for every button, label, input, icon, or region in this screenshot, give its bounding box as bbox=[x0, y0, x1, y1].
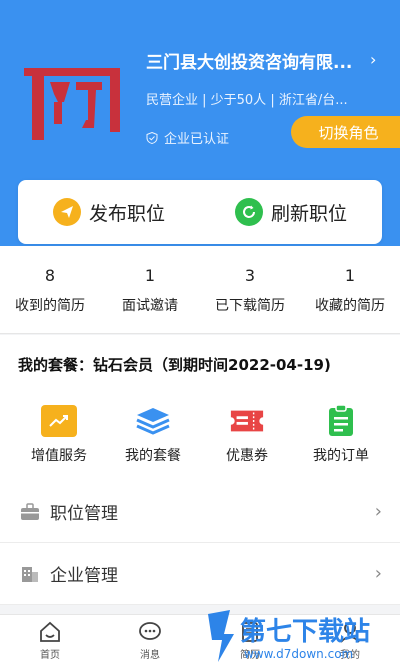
paper-plane-icon bbox=[52, 198, 81, 226]
package-section: 我的套餐：钻石会员（到期时间2022-04-19) 增值服务 我的套餐 优惠券 … bbox=[0, 335, 400, 481]
nav-label: 消息 bbox=[140, 649, 160, 661]
company-meta: 民营企业 | 少于50人 | 浙江省/台... bbox=[146, 93, 348, 108]
tools-grid: 增值服务 我的套餐 优惠券 我的订单 bbox=[0, 405, 400, 465]
tool-my-package[interactable]: 我的套餐 bbox=[108, 405, 198, 465]
list-item-job-management[interactable]: 职位管理 › bbox=[0, 481, 400, 543]
stat-interview-invites[interactable]: 1 面试邀请 bbox=[100, 246, 200, 333]
home-icon bbox=[40, 621, 60, 642]
chat-icon bbox=[139, 621, 161, 640]
tool-label: 我的订单 bbox=[313, 448, 369, 464]
stat-downloaded-resumes[interactable]: 3 已下载简历 bbox=[200, 246, 300, 333]
clipboard-icon bbox=[323, 405, 359, 437]
stat-number: 1 bbox=[144, 266, 156, 285]
tool-label: 我的套餐 bbox=[125, 448, 181, 464]
refresh-job-button[interactable]: 刷新职位 bbox=[200, 180, 382, 244]
refresh-icon bbox=[234, 198, 263, 226]
switch-role-button[interactable]: 切换角色 bbox=[291, 116, 400, 148]
shield-check-icon bbox=[146, 131, 158, 144]
nav-home[interactable]: 首页 bbox=[0, 615, 100, 666]
quick-actions-card: 发布职位 刷新职位 bbox=[18, 180, 382, 244]
briefcase-icon bbox=[21, 502, 39, 520]
chevron-right-icon[interactable]: › bbox=[370, 50, 376, 69]
post-job-button[interactable]: 发布职位 bbox=[18, 180, 200, 244]
company-logo bbox=[24, 68, 120, 140]
verified-status: 企业已认证 bbox=[146, 128, 229, 147]
list-item-label: 企业管理 bbox=[50, 566, 118, 586]
stat-number: 8 bbox=[44, 266, 56, 285]
package-info: 我的套餐：钻石会员（到期时间2022-04-19) bbox=[18, 356, 331, 374]
nav-label: 首页 bbox=[40, 649, 60, 661]
list-item-label: 职位管理 bbox=[50, 504, 118, 524]
refresh-job-label: 刷新职位 bbox=[270, 202, 347, 225]
site-watermark: 第七下载站 www.d7down.com bbox=[208, 610, 370, 662]
tool-label: 增值服务 bbox=[31, 448, 87, 464]
stat-number: 3 bbox=[244, 266, 256, 285]
tool-value-added[interactable]: 增值服务 bbox=[14, 405, 104, 465]
watermark-title: 第七下载站 bbox=[240, 616, 370, 647]
trending-up-icon bbox=[41, 405, 77, 437]
chevron-right-icon: › bbox=[374, 563, 382, 584]
stats-row: 8 收到的简历 1 面试邀请 3 已下载简历 1 收藏的简历 bbox=[0, 246, 400, 334]
stat-label: 收藏的简历 bbox=[315, 298, 385, 314]
stat-number: 1 bbox=[344, 266, 356, 285]
stat-saved-resumes[interactable]: 1 收藏的简历 bbox=[300, 246, 400, 333]
company-name[interactable]: 三门县大创投资咨询有限... bbox=[146, 48, 382, 73]
stat-received-resumes[interactable]: 8 收到的简历 bbox=[0, 246, 100, 333]
tool-my-orders[interactable]: 我的订单 bbox=[296, 405, 386, 465]
nav-messages[interactable]: 消息 bbox=[100, 615, 200, 666]
list-item-company-management[interactable]: 企业管理 › bbox=[0, 543, 400, 605]
stat-label: 收到的简历 bbox=[15, 298, 85, 314]
verified-text: 企业已认证 bbox=[164, 132, 230, 147]
post-job-label: 发布职位 bbox=[88, 202, 165, 225]
chevron-right-icon: › bbox=[374, 501, 382, 522]
building-icon bbox=[22, 566, 38, 582]
layers-icon bbox=[135, 405, 171, 437]
tool-coupons[interactable]: 优惠券 bbox=[202, 405, 292, 465]
stat-label: 已下载简历 bbox=[215, 298, 285, 314]
coupon-icon bbox=[229, 405, 265, 437]
settings-list: 职位管理 › 企业管理 › bbox=[0, 481, 400, 605]
stat-label: 面试邀请 bbox=[122, 298, 178, 314]
watermark-url: www.d7down.com bbox=[244, 647, 353, 661]
tool-label: 优惠券 bbox=[226, 448, 268, 464]
